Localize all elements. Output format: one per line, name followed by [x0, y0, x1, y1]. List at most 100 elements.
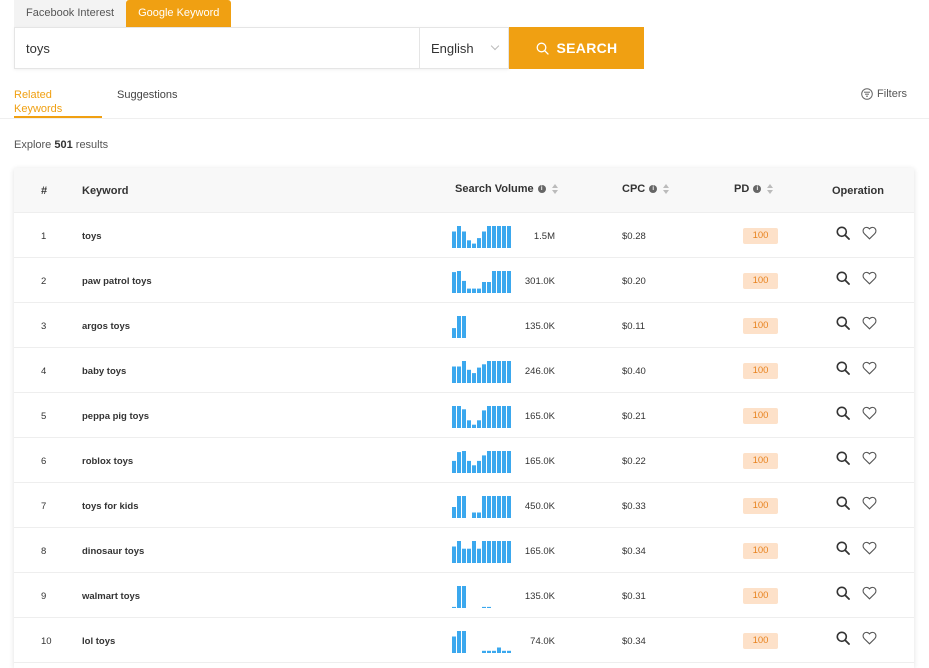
search-icon[interactable]: [836, 226, 850, 243]
filters-button[interactable]: Filters: [861, 88, 907, 100]
search-volume-cell: 165.0K: [524, 456, 555, 467]
heart-icon[interactable]: [862, 451, 877, 468]
pd-badge: 100: [743, 408, 778, 424]
keyword-cell[interactable]: toys for kids: [82, 501, 139, 512]
row-number: 5: [41, 411, 47, 422]
search-icon[interactable]: [836, 541, 850, 558]
keyword-cell[interactable]: peppa pig toys: [82, 411, 149, 422]
table-header: # Keyword Search Volume i CPC i PD i Ope…: [14, 168, 914, 213]
spark-bar: [487, 451, 491, 473]
header-search-volume[interactable]: Search Volume i: [455, 183, 558, 195]
spark-bar: [452, 366, 456, 383]
info-icon: i: [649, 185, 658, 193]
search-icon[interactable]: [836, 271, 850, 288]
pd-badge: 100: [743, 228, 778, 244]
search-icon[interactable]: [836, 496, 850, 513]
table-row: 2 paw patrol toys 301.0K $0.20 100: [14, 258, 914, 303]
keyword-table: # Keyword Search Volume i CPC i PD i Ope…: [14, 168, 914, 668]
keyword-cell[interactable]: argos toys: [82, 321, 130, 332]
keyword-cell[interactable]: walmart toys: [82, 591, 140, 602]
heart-icon[interactable]: [862, 631, 877, 648]
trend-sparkline: [452, 271, 511, 293]
search-volume-cell: 135.0K: [524, 591, 555, 602]
spark-bar: [482, 496, 486, 518]
spark-bar: [462, 316, 466, 338]
spark-bar: [457, 226, 461, 248]
search-icon[interactable]: [836, 631, 850, 648]
spark-bar: [482, 606, 486, 608]
spark-bar: [462, 631, 466, 653]
search-row: English SEARCH: [14, 27, 644, 69]
header-cpc[interactable]: CPC i: [622, 183, 670, 195]
heart-icon[interactable]: [862, 226, 877, 243]
heart-icon[interactable]: [862, 586, 877, 603]
language-select[interactable]: English: [419, 28, 508, 68]
heart-icon[interactable]: [862, 316, 877, 333]
search-icon[interactable]: [836, 586, 850, 603]
spark-bar: [477, 367, 481, 383]
spark-bar: [477, 238, 481, 248]
spark-bar: [487, 226, 491, 248]
trend-sparkline: [452, 361, 511, 383]
search-volume-cell: 165.0K: [524, 411, 555, 422]
pd-badge: 100: [743, 273, 778, 289]
spark-bar: [492, 361, 496, 383]
tab-related-keywords[interactable]: Related Keywords: [14, 88, 102, 118]
search-button-label: SEARCH: [556, 40, 618, 56]
spark-bar: [452, 606, 456, 608]
search-button[interactable]: SEARCH: [509, 27, 644, 69]
keyword-cell[interactable]: toys: [82, 231, 102, 242]
spark-bar: [452, 546, 456, 563]
heart-icon[interactable]: [862, 496, 877, 513]
header-cpc-label: CPC: [622, 183, 646, 195]
spark-bar: [457, 316, 461, 338]
spark-bar: [492, 650, 496, 653]
keyword-cell[interactable]: paw patrol toys: [82, 276, 152, 287]
spark-bar: [492, 451, 496, 473]
pd-badge: 100: [743, 363, 778, 379]
table-body: 1 toys 1.5M $0.28 100 2 paw patrol toys 301.0K $…: [14, 213, 914, 663]
heart-icon[interactable]: [862, 361, 877, 378]
tab-google-keyword[interactable]: Google Keyword: [126, 0, 232, 27]
search-icon[interactable]: [836, 316, 850, 333]
pd-badge: 100: [743, 453, 778, 469]
header-pd[interactable]: PD i: [734, 183, 774, 195]
sort-icon: [551, 184, 558, 194]
spark-bar: [462, 409, 466, 428]
keyword-cell[interactable]: lol toys: [82, 636, 115, 647]
row-number: 4: [41, 366, 47, 377]
spark-bar: [477, 420, 481, 428]
search-input[interactable]: [15, 28, 419, 68]
spark-bar: [457, 271, 461, 293]
spark-bar: [502, 650, 506, 653]
spark-bar: [492, 406, 496, 428]
search-icon[interactable]: [836, 451, 850, 468]
search-icon[interactable]: [836, 361, 850, 378]
spark-bar: [462, 496, 466, 518]
table-row: 3 argos toys 135.0K $0.11 100: [14, 303, 914, 348]
results-summary: Explore 501 results: [14, 139, 108, 151]
tabs-divider: [0, 118, 929, 119]
search-icon[interactable]: [836, 406, 850, 423]
result-tabs: Related Keywords Suggestions: [14, 88, 193, 118]
keyword-cell[interactable]: dinosaur toys: [82, 546, 144, 557]
cpc-cell: $0.28: [622, 231, 646, 242]
spark-bar: [457, 586, 461, 608]
heart-icon[interactable]: [862, 271, 877, 288]
spark-bar: [497, 451, 501, 473]
spark-bar: [467, 288, 471, 293]
source-tabs: Facebook Interest Google Keyword: [14, 0, 232, 27]
search-volume-cell: 1.5M: [533, 231, 555, 242]
spark-bar: [492, 271, 496, 293]
row-number: 9: [41, 591, 47, 602]
tab-facebook-interest[interactable]: Facebook Interest: [14, 0, 127, 27]
tab-suggestions[interactable]: Suggestions: [117, 88, 178, 118]
heart-icon[interactable]: [862, 406, 877, 423]
keyword-cell[interactable]: roblox toys: [82, 456, 133, 467]
cpc-cell: $0.11: [622, 321, 646, 332]
info-icon: i: [537, 185, 546, 193]
keyword-cell[interactable]: baby toys: [82, 366, 126, 377]
search-volume-cell: 301.0K: [524, 276, 555, 287]
spark-bar: [467, 240, 471, 248]
heart-icon[interactable]: [862, 541, 877, 558]
